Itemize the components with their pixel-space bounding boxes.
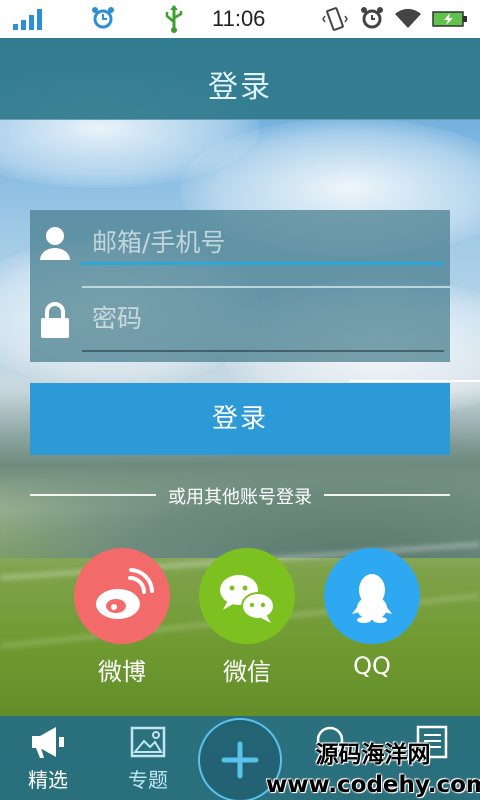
nav-item-featured[interactable]: 精选 [0,716,96,800]
nav-label-featured: 精选 [28,768,68,792]
password-input[interactable] [82,296,444,340]
weibo-login-button[interactable]: 微博 [74,548,170,687]
account-underline [80,262,444,265]
image-icon [130,726,166,758]
alarm-clock-icon [361,7,383,29]
vibrate-icon [322,7,348,31]
megaphone-icon [32,727,64,758]
separator-text: 或用其他账号登录 [168,487,312,508]
qq-icon[interactable] [324,548,420,644]
account-input[interactable] [82,220,444,264]
watermark-title: 源码海洋网 [315,742,431,768]
qq-login-button[interactable]: QQ [324,548,420,680]
login-button[interactable]: 登录 [30,383,450,455]
weibo-label: 微博 [98,658,146,686]
login-form-panel [30,210,450,362]
password-underline [82,350,444,352]
title-bar: 登录 [0,38,480,120]
decorative-line [350,380,480,382]
battery-charging-icon [432,11,467,27]
user-icon [40,227,70,260]
signal-icon [13,9,42,30]
watermark-url: www.codehy.com [266,772,480,798]
wechat-label: 微信 [223,658,271,686]
watermark: 源码海洋网 www.codehy.com [266,740,480,800]
weibo-icon[interactable] [74,548,170,644]
wechat-login-button[interactable]: 微信 [199,548,295,687]
third-party-separator: 或用其他账号登录 [0,483,480,509]
qq-label: QQ [353,652,391,680]
page-title: 登录 [208,70,272,105]
password-row [30,286,450,362]
usb-icon [165,5,183,33]
nav-label-topics: 专题 [128,768,168,792]
status-bar: 11:06 [0,0,480,38]
wifi-icon [395,8,421,28]
nav-item-topics[interactable]: 专题 [100,716,196,800]
lock-icon [41,302,69,338]
account-row [30,210,450,286]
wechat-icon[interactable] [199,548,295,644]
row-divider [82,286,450,288]
clock-time: 11:06 [212,6,266,31]
alarm-icon [92,7,114,29]
